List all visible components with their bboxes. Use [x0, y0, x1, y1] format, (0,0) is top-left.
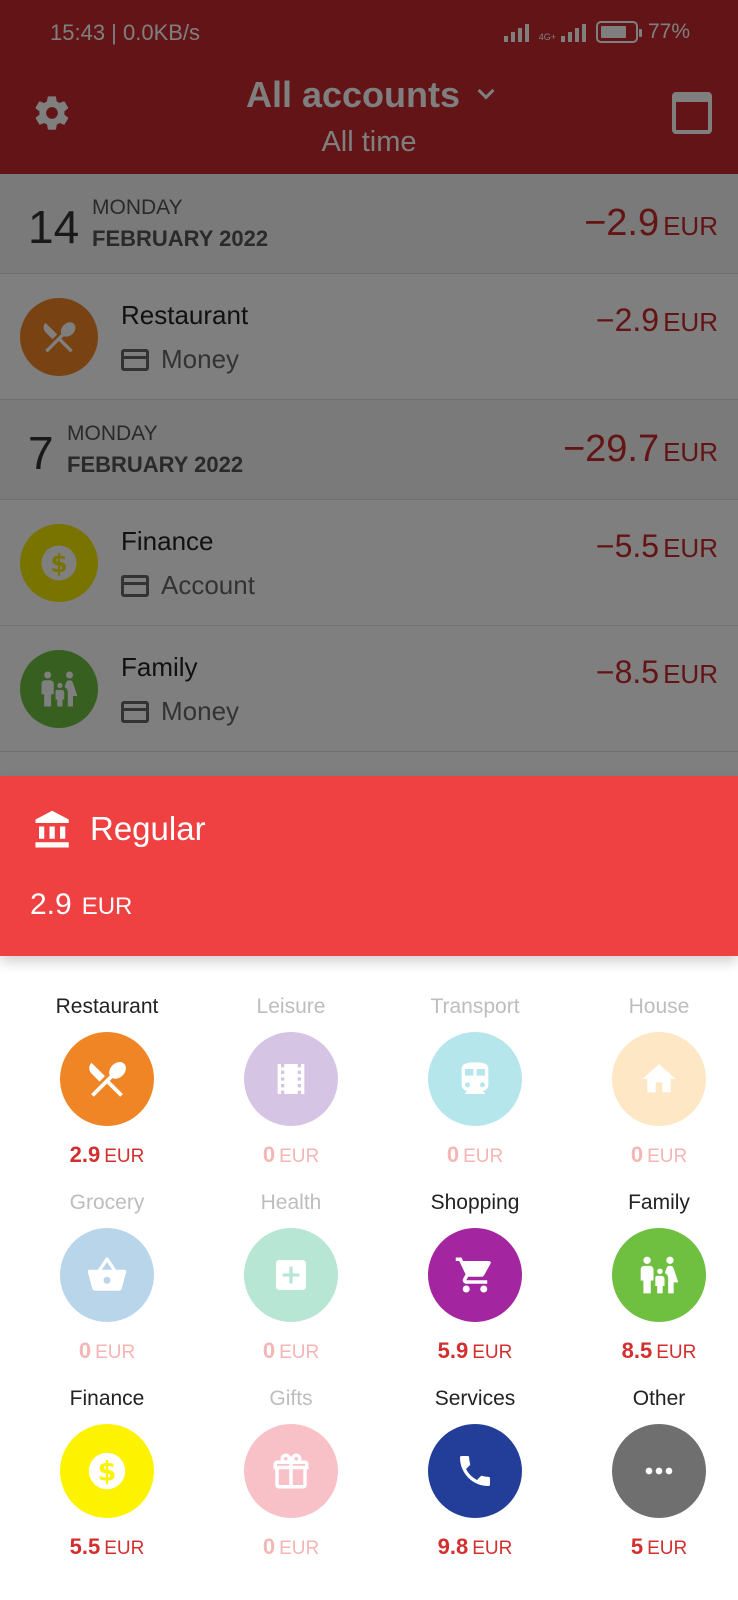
category-amount-value: 5.9 [437, 1338, 469, 1363]
family-icon [612, 1228, 706, 1322]
category-name: Grocery [69, 1191, 145, 1214]
currency-label: EUR [647, 1146, 688, 1167]
currency-label: EUR [472, 1342, 513, 1363]
category-other[interactable]: Other 5 EUR [567, 1386, 738, 1560]
currency-label: EUR [279, 1538, 320, 1559]
category-leisure[interactable]: Leisure 0 EUR [199, 994, 383, 1168]
category-amount-value: 9.8 [437, 1534, 469, 1559]
category-restaurant[interactable]: Restaurant 2.9 EUR [15, 994, 199, 1168]
category-amount: 0 EUR [383, 1142, 567, 1168]
svg-text:$: $ [98, 1457, 117, 1488]
category-amount-value: 0 [78, 1338, 92, 1363]
sheet-header: Regular 2.9 EUR [0, 776, 738, 956]
currency-label: EUR [656, 1342, 697, 1363]
category-name: Services [434, 1387, 516, 1410]
sheet-amount-value: 2.9 [30, 888, 72, 921]
category-name: Leisure [256, 995, 326, 1018]
shopping-cart-icon [428, 1228, 522, 1322]
category-amount: 5.5 EUR [15, 1534, 199, 1560]
more-dots-icon [612, 1424, 706, 1518]
house-icon [612, 1032, 706, 1126]
medical-cross-icon [244, 1228, 338, 1322]
currency-label: EUR [647, 1538, 688, 1559]
category-name: Family [628, 1191, 690, 1214]
category-amount: 0 EUR [15, 1338, 199, 1364]
currency-label: EUR [279, 1146, 320, 1167]
category-amount-value: 5 [630, 1534, 644, 1559]
category-services[interactable]: Services 9.8 EUR [383, 1386, 567, 1560]
category-amount-value: 2.9 [69, 1142, 101, 1167]
category-grocery[interactable]: Grocery 0 EUR [15, 1190, 199, 1364]
category-amount: 9.8 EUR [383, 1534, 567, 1560]
category-name: House [628, 995, 690, 1018]
currency-label: EUR [104, 1538, 145, 1559]
gift-icon [244, 1424, 338, 1518]
category-amount: 5.9 EUR [383, 1338, 567, 1364]
category-amount-value: 5.5 [69, 1534, 101, 1559]
category-family[interactable]: Family 8.5 EUR [567, 1190, 738, 1364]
currency-label: EUR [95, 1342, 136, 1363]
currency-label: EUR [279, 1342, 320, 1363]
category-amount: 2.9 EUR [15, 1142, 199, 1168]
category-amount-value: 0 [262, 1142, 276, 1167]
train-icon [428, 1032, 522, 1126]
category-amount: 5 EUR [567, 1534, 738, 1560]
category-name: Transport [430, 995, 520, 1018]
category-name: Finance [69, 1387, 145, 1410]
category-amount-value: 0 [262, 1534, 276, 1559]
category-name: Shopping [430, 1191, 520, 1214]
currency-label: EUR [472, 1538, 513, 1559]
category-name: Other [632, 1387, 686, 1410]
modal-scrim[interactable] [0, 0, 738, 780]
main-screen: 15:43 | 0.0KB/s 4G+ 77% All accounts All… [0, 0, 738, 812]
currency-label: EUR [463, 1146, 504, 1167]
category-amount-value: 8.5 [621, 1338, 653, 1363]
category-amount: 0 EUR [199, 1142, 383, 1168]
currency-label: EUR [81, 893, 133, 920]
category-health[interactable]: Health 0 EUR [199, 1190, 383, 1364]
category-finance[interactable]: Finance $ 5.5 EUR [15, 1386, 199, 1560]
sheet-amount: 2.9 EUR [30, 888, 132, 922]
currency-label: EUR [104, 1146, 145, 1167]
category-amount: 0 EUR [567, 1142, 738, 1168]
category-shopping[interactable]: Shopping 5.9 EUR [383, 1190, 567, 1364]
category-name: Health [260, 1191, 322, 1214]
film-icon [244, 1032, 338, 1126]
category-name: Restaurant [55, 995, 159, 1018]
category-amount-value: 0 [630, 1142, 644, 1167]
category-amount: 8.5 EUR [567, 1338, 738, 1364]
dollar-coin-icon: $ [60, 1424, 154, 1518]
phone-icon [428, 1424, 522, 1518]
fork-knife-icon [60, 1032, 154, 1126]
sheet-title: Regular [90, 810, 206, 847]
category-amount-value: 0 [262, 1338, 276, 1363]
bank-icon [35, 810, 69, 848]
category-amount: 0 EUR [199, 1338, 383, 1364]
category-amount-value: 0 [446, 1142, 460, 1167]
category-house[interactable]: House 0 EUR [567, 994, 738, 1168]
category-gifts[interactable]: Gifts 0 EUR [199, 1386, 383, 1560]
category-name: Gifts [269, 1387, 313, 1410]
category-amount: 0 EUR [199, 1534, 383, 1560]
category-transport[interactable]: Transport 0 EUR [383, 994, 567, 1168]
basket-icon [60, 1228, 154, 1322]
